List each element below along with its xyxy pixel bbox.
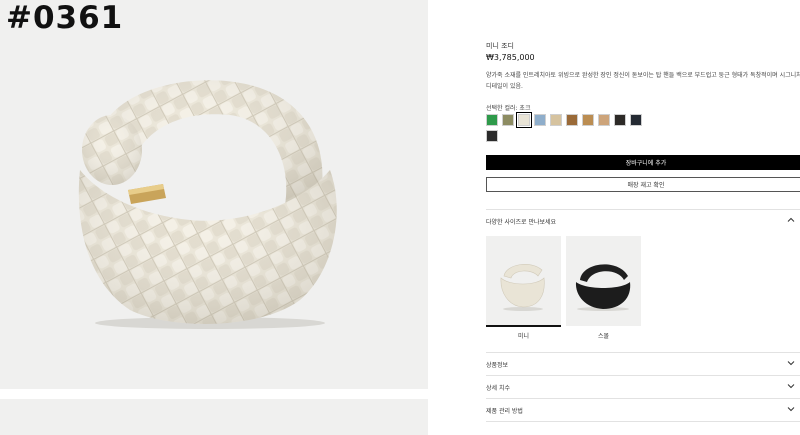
- next-product-image[interactable]: [0, 399, 428, 435]
- color-swatch[interactable]: [550, 114, 562, 126]
- color-swatch[interactable]: [614, 114, 626, 126]
- size-option-small-label: 스몰: [597, 333, 610, 340]
- product-code-label: #0361: [6, 0, 124, 36]
- product-description: 양가죽 소재를 인트레치아토 위빙으로 완성한 장인 정신이 돋보이는 탑 핸들…: [486, 72, 800, 90]
- divider: [486, 209, 800, 210]
- accordion-care-label: 제품 관리 방법: [486, 408, 523, 415]
- divider: [486, 421, 800, 422]
- color-swatch[interactable]: [486, 130, 498, 142]
- color-swatch[interactable]: [516, 112, 532, 128]
- product-gallery: #0361: [0, 0, 428, 435]
- check-store-stock-button[interactable]: 매장 재고 확인: [486, 177, 800, 192]
- color-swatch[interactable]: [486, 114, 498, 126]
- color-swatch[interactable]: [598, 114, 610, 126]
- chevron-up-icon: [787, 217, 795, 222]
- size-option-mini-label: 미니: [517, 333, 530, 340]
- sizes-accordion-header[interactable]: 다양한 사이즈로 만나보세요: [486, 217, 800, 229]
- color-swatch-list: [486, 112, 656, 142]
- add-to-cart-button[interactable]: 장바구니에 추가: [486, 155, 800, 170]
- accordion-care[interactable]: 제품 관리 방법: [486, 406, 800, 418]
- chevron-down-icon: [787, 361, 795, 366]
- mini-bag-thumbnail: [500, 264, 545, 311]
- size-option-mini[interactable]: [486, 236, 561, 326]
- accordion-dimensions-label: 상세 치수: [486, 385, 510, 392]
- accordion-product-info-label: 상품정보: [486, 362, 509, 369]
- chevron-down-icon: [787, 384, 795, 389]
- selected-color-label: 선택한 컬러: 초크: [486, 105, 531, 112]
- product-detail-panel: 미니 조디 ₩3,785,000 양가죽 소재를 인트레치아토 위빙으로 완성한…: [486, 0, 800, 435]
- product-name: 미니 조디: [486, 42, 514, 50]
- chevron-down-icon: [787, 407, 795, 412]
- color-swatch[interactable]: [502, 114, 514, 126]
- size-option-small[interactable]: [566, 236, 641, 326]
- color-swatch[interactable]: [566, 114, 578, 126]
- sizes-accordion-title: 다양한 사이즈로 만나보세요: [486, 219, 557, 226]
- color-swatch[interactable]: [582, 114, 594, 126]
- accordion-product-info[interactable]: 상품정보: [486, 360, 800, 372]
- bag-image: [78, 80, 337, 329]
- divider: [486, 375, 800, 376]
- small-bag-thumbnail: [575, 264, 631, 311]
- divider: [486, 352, 800, 353]
- divider: [486, 398, 800, 399]
- selected-size-indicator: [486, 325, 561, 327]
- color-swatch[interactable]: [534, 114, 546, 126]
- color-swatch[interactable]: [630, 114, 642, 126]
- product-price: ₩3,785,000: [486, 53, 535, 62]
- product-main-image[interactable]: #0361: [0, 0, 428, 389]
- accordion-dimensions[interactable]: 상세 치수: [486, 383, 800, 395]
